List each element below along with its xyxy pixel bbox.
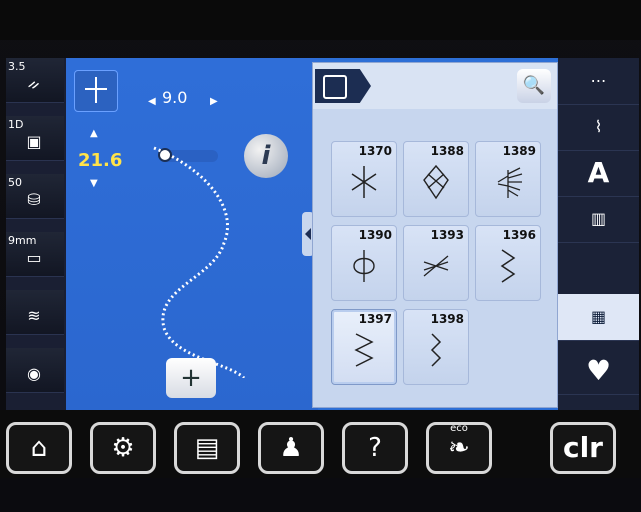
practical-stitches-button[interactable]: ⋯ bbox=[558, 58, 639, 105]
clear-label: clr bbox=[562, 431, 603, 464]
stitch-1370-icon bbox=[351, 166, 377, 198]
stitch-1398-icon bbox=[430, 333, 442, 367]
tutorial-button[interactable]: ▤ bbox=[174, 422, 240, 474]
stitch-1397-icon bbox=[354, 333, 374, 367]
stitch-1388-icon bbox=[423, 164, 449, 200]
stitch-number: 1397 bbox=[358, 312, 392, 326]
stitch-number: 1393 bbox=[430, 228, 464, 242]
practical-stitches-icon: ⋯ bbox=[590, 71, 607, 90]
stitch-number: 1389 bbox=[502, 144, 536, 158]
clear-button[interactable]: clr bbox=[550, 422, 616, 474]
stitch-plate-icon: ▭ bbox=[26, 248, 42, 267]
eco-label: eco bbox=[450, 423, 468, 434]
stitch-1370[interactable]: 1370 bbox=[331, 141, 397, 217]
thread-tension-button[interactable]: 50 ⛁ bbox=[6, 174, 64, 219]
setup-button[interactable]: ⚙ bbox=[90, 422, 156, 474]
stitch-number: 1398 bbox=[430, 312, 464, 326]
creative-consultant-button[interactable]: ♟ bbox=[258, 422, 324, 474]
help-icon: ? bbox=[368, 433, 382, 463]
stitch-1390[interactable]: 1390 bbox=[331, 225, 397, 301]
stitch-1390-icon bbox=[353, 250, 375, 282]
needle-position-button[interactable] bbox=[74, 70, 118, 112]
stitch-grid: 1370 1388 1389 1390 1393 1396 1397 1398 bbox=[313, 109, 557, 407]
stitch-1398[interactable]: 1398 bbox=[403, 309, 469, 385]
stitch-1388[interactable]: 1388 bbox=[403, 141, 469, 217]
stitch-1389-icon bbox=[497, 167, 523, 198]
length-decrease-arrow[interactable]: ▼ bbox=[90, 178, 98, 189]
stitch-view-tab[interactable] bbox=[315, 69, 371, 103]
leaf-icon: ❧ bbox=[448, 433, 470, 463]
stitch-number: 1388 bbox=[430, 144, 464, 158]
stitch-1396[interactable]: 1396 bbox=[475, 225, 541, 301]
decorative-stitches-icon: ⌇ bbox=[594, 117, 603, 136]
stitch-1396-icon bbox=[500, 249, 516, 283]
help-button[interactable]: ? bbox=[342, 422, 408, 474]
home-button[interactable]: ⌂ bbox=[6, 422, 72, 474]
stitch-preview bbox=[153, 146, 246, 378]
bobbin-button[interactable]: ◉ bbox=[6, 348, 64, 393]
stitch-plate-value: 9mm bbox=[8, 234, 37, 247]
stitch-panel-header: 🔍 bbox=[313, 63, 557, 110]
search-button[interactable]: 🔍 bbox=[517, 69, 551, 103]
left-sidebar: 3.5 ᨀ 1D ▣ 50 ⛁ 9mm ▭ ≋ ◉ bbox=[6, 58, 66, 410]
decorative-stitches-button[interactable]: ⌇ bbox=[558, 104, 639, 151]
alphabet-button[interactable]: A bbox=[558, 150, 639, 197]
alphabet-icon: A bbox=[587, 156, 610, 189]
stitch-number: 1396 bbox=[502, 228, 536, 242]
eco-button[interactable]: eco ❧ bbox=[426, 422, 492, 474]
stitch-selection-panel: 🔍 1370 1388 1389 1390 1393 1396 1397 139… bbox=[312, 62, 558, 408]
gear-icon: ⚙ bbox=[111, 433, 135, 463]
stitch-plate-button[interactable]: 9mm ▭ bbox=[6, 232, 64, 277]
dress-form-icon: ♟ bbox=[279, 433, 303, 463]
thread-tension-icon: ⛁ bbox=[27, 190, 41, 209]
favorites-button[interactable]: ♥ bbox=[558, 348, 639, 395]
needle-icon bbox=[85, 77, 107, 103]
stitch-length-value[interactable]: 21.6 bbox=[78, 150, 122, 171]
needle-stop-value: 3.5 bbox=[8, 60, 26, 73]
buttonhole-button[interactable]: ▥ bbox=[558, 196, 639, 243]
main-ui: 3.5 ᨀ 1D ▣ 50 ⛁ 9mm ▭ ≋ ◉ ◀ 9.0 ▶ ▲ 21.6… bbox=[6, 58, 639, 410]
quilt-stitches-icon: ▦ bbox=[590, 307, 607, 326]
sewing-machine-screen: 3.5 ᨀ 1D ▣ 50 ⛁ 9mm ▭ ≋ ◉ ◀ 9.0 ▶ ▲ 21.6… bbox=[0, 0, 641, 512]
feed-dog-icon: ≋ bbox=[27, 306, 41, 325]
stitch-1389[interactable]: 1389 bbox=[475, 141, 541, 217]
favorites-icon: ♥ bbox=[585, 354, 612, 387]
stitch-1393-icon bbox=[423, 255, 449, 277]
thread-tension-value: 50 bbox=[8, 176, 22, 189]
quilt-stitches-button[interactable]: ▦ bbox=[558, 294, 639, 341]
top-bezel bbox=[0, 0, 641, 40]
stitch-1397[interactable]: 1397 bbox=[331, 309, 397, 385]
book-icon: ▤ bbox=[194, 433, 220, 463]
quilt-grid-icon bbox=[323, 75, 347, 99]
home-icon: ⌂ bbox=[30, 433, 48, 463]
width-increase-arrow[interactable]: ▶ bbox=[210, 96, 218, 107]
stitch-number: 1370 bbox=[358, 144, 392, 158]
needle-stop-button[interactable]: 3.5 ᨀ bbox=[6, 58, 64, 103]
stitch-width-value[interactable]: 9.0 bbox=[162, 88, 187, 107]
feed-dog-button[interactable]: ≋ bbox=[6, 290, 64, 335]
bobbin-icon: ◉ bbox=[27, 364, 41, 383]
bottom-toolbar: ⌂ ⚙ ▤ ♟ ? eco ❧ clr bbox=[0, 410, 641, 478]
search-icon: 🔍 bbox=[522, 75, 546, 96]
stitch-1393[interactable]: 1393 bbox=[403, 225, 469, 301]
presser-foot-icon: ▣ bbox=[26, 132, 42, 151]
presser-foot-button[interactable]: 1D ▣ bbox=[6, 116, 64, 161]
presser-foot-value: 1D bbox=[8, 118, 24, 131]
stitch-editor: ◀ 9.0 ▶ ▲ 21.6 ▼ i + bbox=[66, 58, 318, 410]
add-stitch-button[interactable]: + bbox=[166, 358, 216, 398]
collapse-arrow-icon bbox=[305, 228, 311, 240]
length-increase-arrow[interactable]: ▲ bbox=[90, 128, 98, 139]
buttonhole-icon: ▥ bbox=[590, 209, 607, 228]
needle-stop-icon: ᨀ bbox=[27, 74, 41, 93]
width-decrease-arrow[interactable]: ◀ bbox=[148, 96, 156, 107]
right-sidebar: ⋯ ⌇ A ▥ ▦ ♥ bbox=[558, 58, 639, 410]
stitch-number: 1390 bbox=[358, 228, 392, 242]
